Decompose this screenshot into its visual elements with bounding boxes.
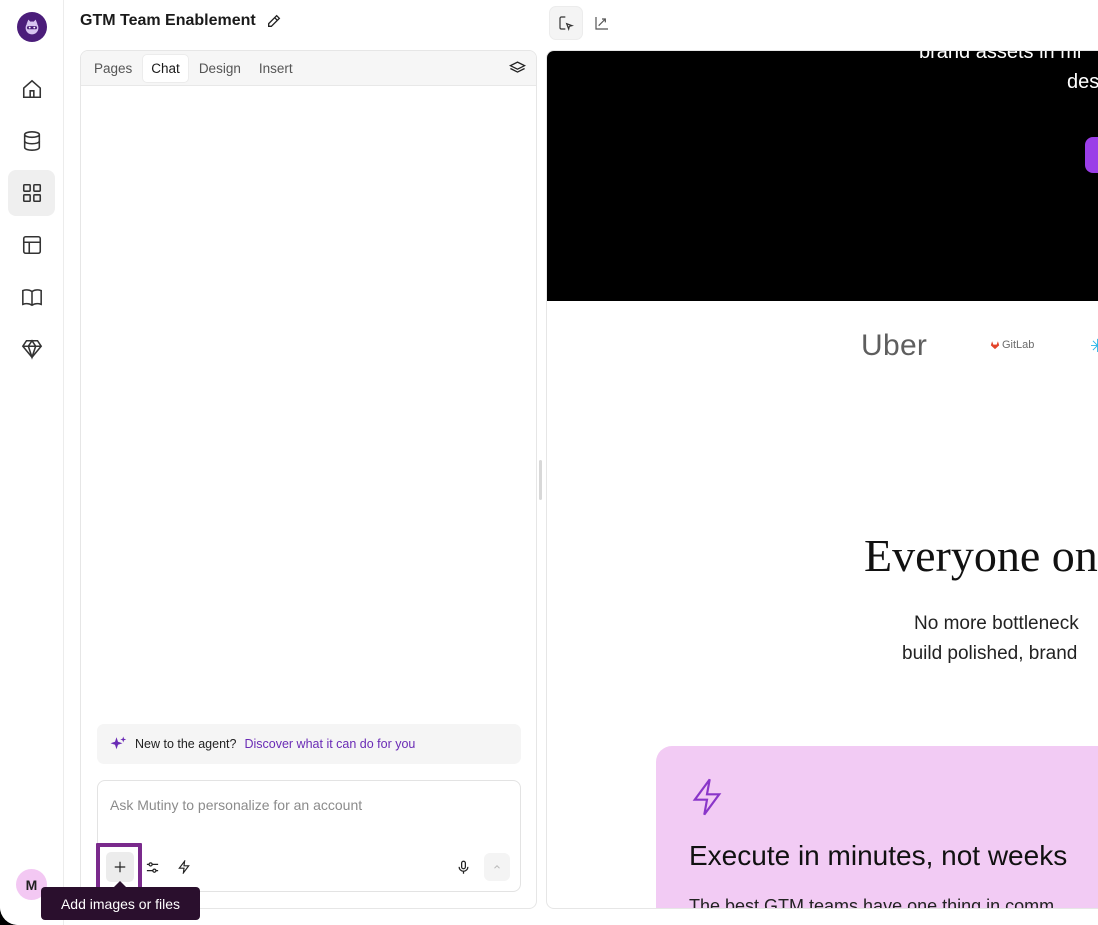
select-mode-button[interactable] [549,6,583,40]
sidebar-item-data[interactable] [8,118,55,164]
view-toggle [549,6,619,42]
sparkle-icon [110,736,127,750]
chart-trend-icon [595,17,608,30]
layout-icon [22,235,41,255]
uber-logo: Uber [861,329,928,362]
feature-card-title: Execute in minutes, not weeks [689,840,1068,871]
microphone-button[interactable] [450,852,476,882]
gitlab-logo-text: GitLab [1002,339,1035,351]
panel-tabs: Pages Chat Design Insert [81,51,536,86]
editor-panel: Pages Chat Design Insert New to the agen… [80,50,537,909]
chevron-up-icon [494,865,500,869]
gitlab-logo: GitLab [990,339,1034,351]
database-icon [23,131,40,151]
hint-text: New to the agent? [135,737,237,751]
gem-icon [21,339,42,360]
hero-text-line-1: brand assets in mi [919,50,1082,63]
raccoon-logo-icon [25,19,39,35]
hero-section: brand assets in mi des [547,51,1098,301]
page-preview: brand assets in mi des Uber GitLab ✳ Eve… [546,50,1098,909]
hero-text-line-2: des [1067,71,1098,93]
analytics-mode-button[interactable] [585,6,619,40]
section-subtext-line-2: build polished, brand [902,643,1078,664]
feature-card: Execute in minutes, not weeks The best G… [656,746,1098,909]
quick-actions-button[interactable] [171,852,197,882]
page-title: GTM Team Enablement [80,12,282,30]
sliders-icon [146,861,158,873]
gitlab-fox-icon [990,341,1000,350]
lightning-icon [692,778,722,816]
pencil-icon[interactable] [266,13,282,29]
tab-insert[interactable]: Insert [251,55,301,82]
tab-pages[interactable]: Pages [86,55,140,82]
settings-button[interactable] [139,852,165,882]
left-rail: M [0,0,64,925]
section-headline: Everyone on y [864,530,1098,581]
agent-hint-banner: New to the agent? Discover what it can d… [97,724,521,764]
app-logo[interactable] [17,12,47,42]
grid-icon [22,183,41,203]
home-icon [22,79,41,99]
hero-cta-button[interactable] [1085,137,1098,173]
section-subtext-line-1: No more bottleneck [914,613,1079,634]
sidebar-item-library[interactable] [8,274,55,320]
panel-resize-handle[interactable] [539,460,542,500]
sidebar-item-pages[interactable] [8,170,55,216]
page-title-text: GTM Team Enablement [80,12,256,29]
snowflake-logo-icon: ✳ [1090,336,1098,357]
tab-chat[interactable]: Chat [142,53,189,83]
chat-input[interactable]: Ask Mutiny to personalize for an account [110,797,362,813]
customer-logos: Uber GitLab ✳ [547,326,1098,366]
microphone-icon [458,860,468,874]
discover-agent-link[interactable]: Discover what it can do for you [244,737,415,751]
feature-card-body: The best GTM teams have one thing in com… [689,896,1055,909]
send-button[interactable] [484,853,510,881]
add-files-tooltip: Add images or files [41,881,200,920]
app-window: M GTM Team Enablement Pages Chat Design … [0,0,1098,925]
tab-design[interactable]: Design [191,55,249,82]
sidebar-item-templates[interactable] [8,222,55,268]
chat-composer: Ask Mutiny to personalize for an account [97,780,521,892]
sidebar-item-home[interactable] [8,66,55,112]
book-icon [21,289,42,307]
layers-icon[interactable] [509,60,526,77]
lightning-icon [178,860,190,874]
cursor-select-icon [559,16,574,31]
sidebar-item-premium[interactable] [8,326,55,372]
